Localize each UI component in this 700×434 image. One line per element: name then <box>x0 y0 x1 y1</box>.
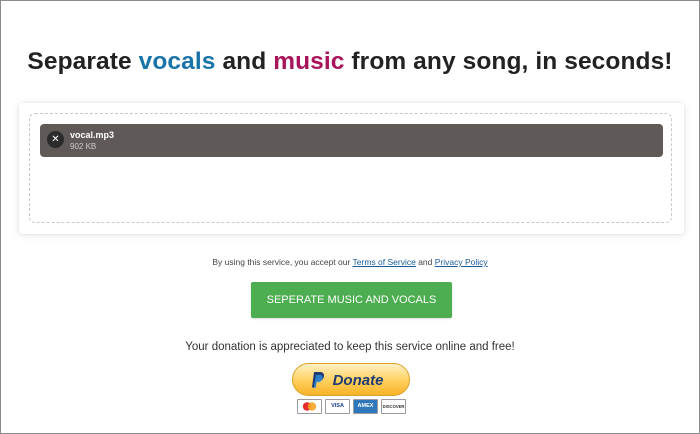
file-dropzone[interactable]: ✕ vocal.mp3 902 KB <box>29 113 672 223</box>
headline-prefix: Separate <box>27 48 139 75</box>
headline-vocals-word: vocals <box>138 48 216 75</box>
terms-of-service-link[interactable]: Terms of Service <box>353 257 416 267</box>
upload-card: ✕ vocal.mp3 902 KB <box>19 103 684 234</box>
donate-label: Donate <box>332 372 384 389</box>
visa-icon: VISA <box>325 399 350 414</box>
donate-button[interactable]: Donate <box>292 363 410 396</box>
separate-music-and-vocals-button[interactable]: SEPERATE MUSIC AND VOCALS <box>251 282 452 318</box>
mastercard-icon <box>297 399 322 414</box>
page-title: Separate vocals and music from any song,… <box>0 48 700 76</box>
donation-message: Your donation is appreciated to keep thi… <box>185 341 515 353</box>
remove-file-button[interactable]: ✕ <box>47 131 64 148</box>
headline-suffix: from any song, in seconds! <box>344 48 673 75</box>
discover-icon: DISCOVER <box>381 399 406 414</box>
headline-music-word: music <box>273 48 345 75</box>
file-size: 902 KB <box>70 142 97 151</box>
privacy-policy-link[interactable]: Privacy Policy <box>435 257 488 267</box>
terms-notice: By using this service, you accept our Te… <box>0 257 700 267</box>
payment-card-icons: VISA AMEX DISCOVER <box>297 399 406 415</box>
terms-prefix: By using this service, you accept our <box>212 257 353 267</box>
close-icon: ✕ <box>51 134 60 145</box>
terms-middle: and <box>415 257 435 267</box>
amex-icon: AMEX <box>353 399 378 414</box>
headline-middle: and <box>215 48 274 75</box>
file-name: vocal.mp3 <box>70 130 115 140</box>
uploaded-file-item: ✕ vocal.mp3 902 KB <box>40 124 663 157</box>
